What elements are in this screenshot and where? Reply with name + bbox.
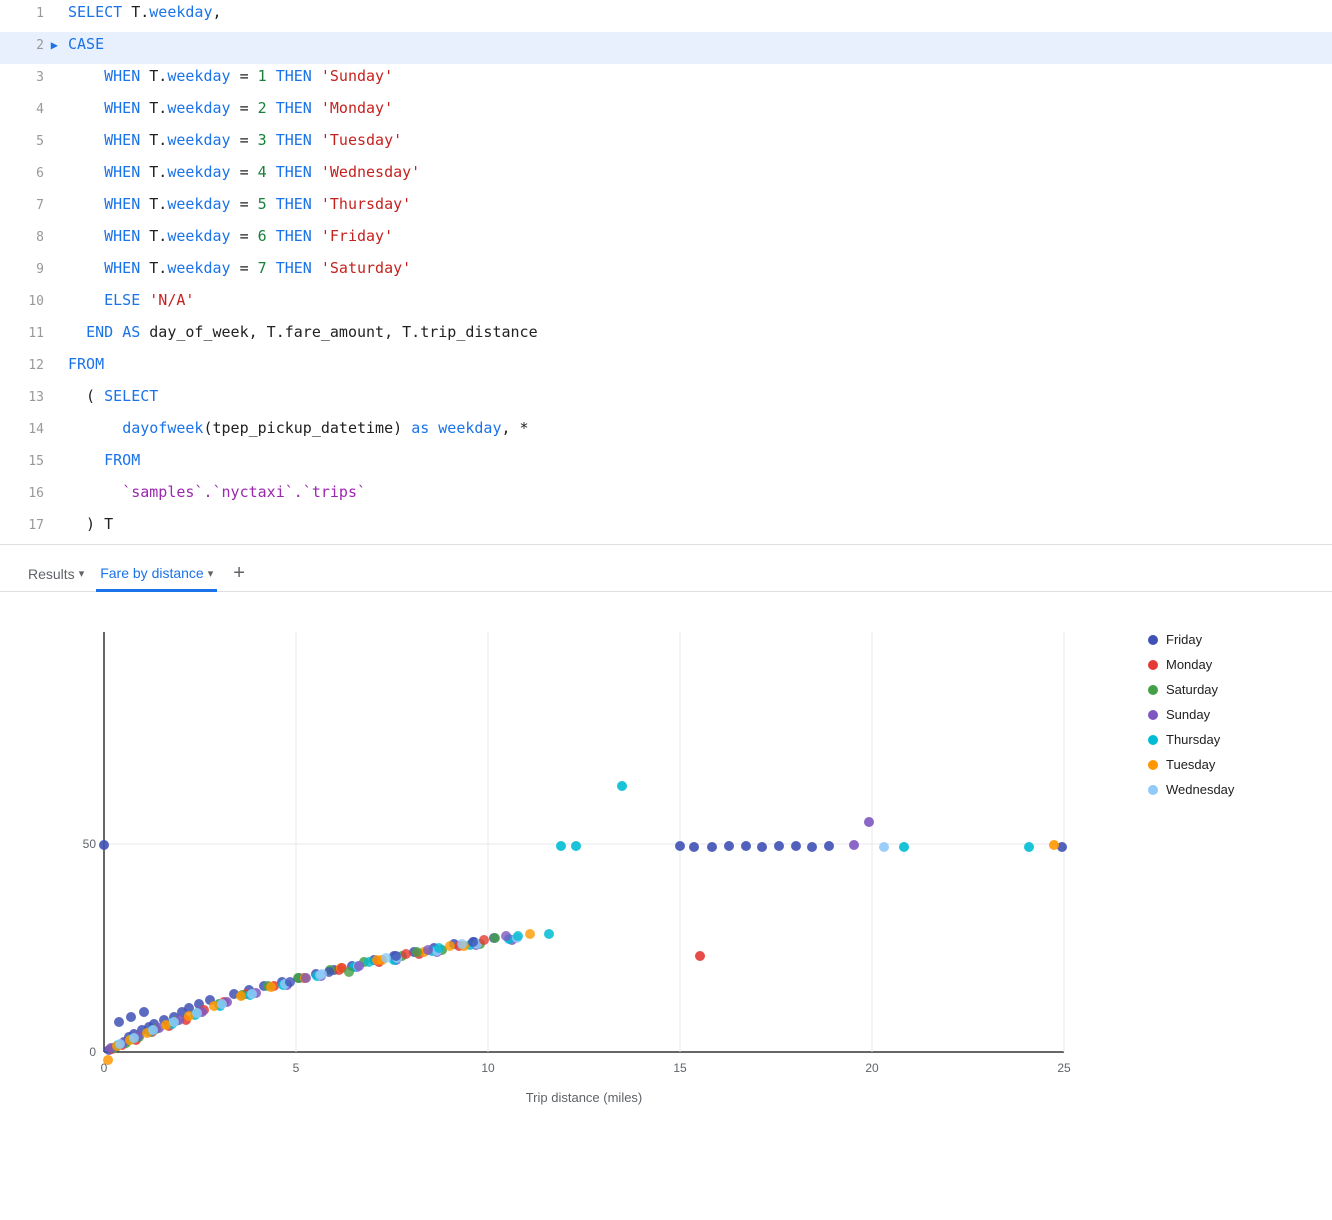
legend-label-tuesday: Tuesday: [1166, 757, 1215, 772]
code-line-13: 13 ( SELECT: [0, 384, 1332, 416]
legend-label-wednesday: Wednesday: [1166, 782, 1234, 797]
tab-results-chevron: ▾: [79, 567, 85, 580]
line-number-10: 10: [0, 292, 60, 313]
legend-item-friday: Friday: [1148, 632, 1308, 647]
code-line-1: 1SELECT T.weekday,: [0, 0, 1332, 32]
svg-text:20: 20: [865, 1061, 879, 1075]
code-line-6: 6 WHEN T.weekday = 4 THEN 'Wednesday': [0, 160, 1332, 192]
tab-fare-label: Fare by distance: [100, 565, 204, 581]
code-content-10: ELSE 'N/A': [60, 288, 194, 312]
line-number-11: 11: [0, 324, 60, 345]
code-content-14: dayofweek(tpep_pickup_datetime) as weekd…: [60, 416, 529, 440]
code-line-16: 16 `samples`.`nyctaxi`.`trips`: [0, 480, 1332, 512]
line-number-5: 5: [0, 132, 60, 153]
line-number-15: 15: [0, 452, 60, 473]
code-content-5: WHEN T.weekday = 3 THEN 'Tuesday': [60, 128, 402, 152]
legend-label-monday: Monday: [1166, 657, 1212, 672]
legend-dot-thursday: [1148, 735, 1158, 745]
line-number-13: 13: [0, 388, 60, 409]
line-number-1: 1: [0, 4, 60, 25]
tab-fare-chevron: ▾: [208, 567, 214, 580]
code-content-13: ( SELECT: [60, 384, 158, 408]
code-line-15: 15 FROM: [0, 448, 1332, 480]
line-number-9: 9: [0, 260, 60, 281]
line-number-7: 7: [0, 196, 60, 217]
code-line-11: 11 END AS day_of_week, T.fare_amount, T.…: [0, 320, 1332, 352]
code-line-14: 14 dayofweek(tpep_pickup_datetime) as we…: [0, 416, 1332, 448]
code-content-3: WHEN T.weekday = 1 THEN 'Sunday': [60, 64, 393, 88]
legend-label-thursday: Thursday: [1166, 732, 1220, 747]
legend-dot-friday: [1148, 635, 1158, 645]
chart-container: Fare Amount (USD) 0 50 0 5: [0, 592, 1332, 1137]
legend-item-wednesday: Wednesday: [1148, 782, 1308, 797]
code-line-8: 8 WHEN T.weekday = 6 THEN 'Friday': [0, 224, 1332, 256]
code-line-4: 4 WHEN T.weekday = 2 THEN 'Monday': [0, 96, 1332, 128]
line-number-12: 12: [0, 356, 60, 377]
code-content-2: CASE: [60, 32, 104, 56]
legend-item-sunday: Sunday: [1148, 707, 1308, 722]
legend-dot-sunday: [1148, 710, 1158, 720]
code-content-4: WHEN T.weekday = 2 THEN 'Monday': [60, 96, 393, 120]
x-axis-label: Trip distance (miles): [526, 1090, 643, 1105]
code-content-12: FROM: [60, 352, 104, 376]
legend-dot-saturday: [1148, 685, 1158, 695]
code-line-3: 3 WHEN T.weekday = 1 THEN 'Sunday': [0, 64, 1332, 96]
tabs-bar: Results ▾ Fare by distance ▾ +: [0, 545, 1332, 592]
code-line-9: 9 WHEN T.weekday = 7 THEN 'Saturday': [0, 256, 1332, 288]
svg-text:0: 0: [89, 1045, 96, 1059]
legend-dot-tuesday: [1148, 760, 1158, 770]
code-content-16: `samples`.`nyctaxi`.`trips`: [60, 480, 366, 504]
line-number-2: 2▶: [0, 36, 60, 57]
legend-item-monday: Monday: [1148, 657, 1308, 672]
legend-item-tuesday: Tuesday: [1148, 757, 1308, 772]
line-number-8: 8: [0, 228, 60, 249]
tab-results[interactable]: Results ▾: [24, 558, 88, 592]
code-line-17: 17 ) T: [0, 512, 1332, 544]
line-number-3: 3: [0, 68, 60, 89]
legend-dot-monday: [1148, 660, 1158, 670]
svg-text:50: 50: [83, 837, 97, 851]
code-line-2: 2▶CASE: [0, 32, 1332, 64]
line-number-6: 6: [0, 164, 60, 185]
code-line-5: 5 WHEN T.weekday = 3 THEN 'Tuesday': [0, 128, 1332, 160]
code-line-10: 10 ELSE 'N/A': [0, 288, 1332, 320]
line-number-17: 17: [0, 516, 60, 537]
code-content-7: WHEN T.weekday = 5 THEN 'Thursday': [60, 192, 411, 216]
legend-label-saturday: Saturday: [1166, 682, 1218, 697]
code-line-12: 12FROM: [0, 352, 1332, 384]
code-content-1: SELECT T.weekday,: [60, 0, 222, 24]
chart-area: Fare Amount (USD) 0 50 0 5: [24, 612, 1148, 1117]
line-number-16: 16: [0, 484, 60, 505]
svg-text:10: 10: [481, 1061, 495, 1075]
tab-results-label: Results: [28, 566, 75, 582]
svg-text:25: 25: [1057, 1061, 1071, 1075]
legend-label-friday: Friday: [1166, 632, 1202, 647]
code-content-17: ) T: [60, 512, 113, 536]
chart-legend: Friday Monday Saturday Sunday Thursday Tuesda…: [1148, 612, 1308, 1117]
legend-item-saturday: Saturday: [1148, 682, 1308, 697]
tab-add-button[interactable]: +: [225, 558, 253, 591]
svg-text:5: 5: [293, 1061, 300, 1075]
code-content-15: FROM: [60, 448, 140, 472]
svg-text:15: 15: [673, 1061, 687, 1075]
results-section: Results ▾ Fare by distance ▾ + Fare Amou…: [0, 545, 1332, 1137]
code-content-11: END AS day_of_week, T.fare_amount, T.tri…: [60, 320, 538, 344]
code-content-9: WHEN T.weekday = 7 THEN 'Saturday': [60, 256, 411, 280]
legend-label-sunday: Sunday: [1166, 707, 1210, 722]
line-number-14: 14: [0, 420, 60, 441]
tab-fare-distance[interactable]: Fare by distance ▾: [96, 557, 217, 592]
code-content-6: WHEN T.weekday = 4 THEN 'Wednesday': [60, 160, 420, 184]
line-number-4: 4: [0, 100, 60, 121]
code-content-8: WHEN T.weekday = 6 THEN 'Friday': [60, 224, 393, 248]
scatter-chart: Fare Amount (USD) 0 50 0 5: [24, 612, 1124, 1112]
code-editor: 1SELECT T.weekday,2▶CASE3 WHEN T.weekday…: [0, 0, 1332, 545]
code-line-7: 7 WHEN T.weekday = 5 THEN 'Thursday': [0, 192, 1332, 224]
legend-dot-wednesday: [1148, 785, 1158, 795]
legend-item-thursday: Thursday: [1148, 732, 1308, 747]
